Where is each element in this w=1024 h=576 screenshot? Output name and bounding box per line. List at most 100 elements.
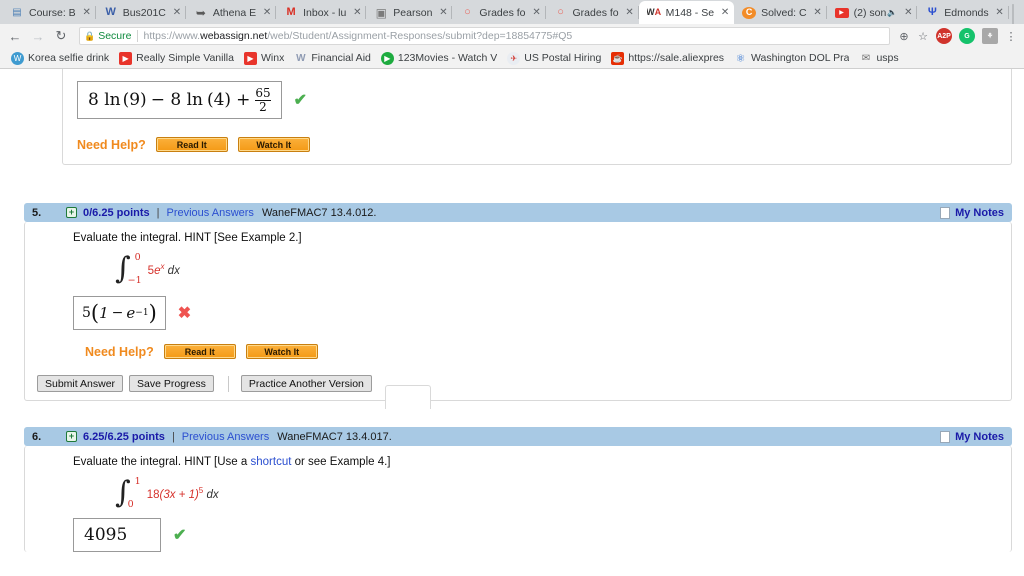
bookmark-label: Washington DOL Pra xyxy=(751,52,850,64)
need-help-row-5: Need Help? Read It Watch It xyxy=(85,344,1011,359)
read-it-button[interactable]: Read It xyxy=(155,137,228,152)
w-icon: W xyxy=(296,52,306,64)
browser-tab[interactable]: Ψ Edmonds ✕ xyxy=(917,1,1009,24)
pearson-icon: ▣ xyxy=(375,5,387,20)
minimize-button[interactable]: – xyxy=(1014,0,1024,24)
answer-input-5[interactable]: 5(1− e −1) xyxy=(73,296,166,330)
previous-answers-link[interactable]: Previous Answers xyxy=(167,207,254,219)
bookmark-item[interactable]: ▶ Winx xyxy=(239,51,289,65)
bookmark-label: US Postal Hiring xyxy=(524,52,602,64)
close-icon[interactable]: ✕ xyxy=(350,6,364,20)
tab-label: Solved: C xyxy=(761,6,807,19)
play-icon: ▶ xyxy=(380,51,394,65)
close-icon[interactable]: ✕ xyxy=(80,6,94,20)
question-body-6: Evaluate the integral. HINT [Use a short… xyxy=(25,446,1011,552)
browser-tab[interactable]: M Inbox - lu ✕ xyxy=(276,1,367,24)
submit-answer-button[interactable]: Submit Answer xyxy=(37,375,124,392)
close-icon[interactable]: ✕ xyxy=(170,6,184,20)
integrand-exponent: 5 xyxy=(198,485,204,495)
upper-limit: 1 xyxy=(134,476,141,487)
usps-gray-icon: ✉ xyxy=(861,52,871,64)
youtube-icon: ▶ xyxy=(119,51,133,65)
question-panel-6: Evaluate the integral. HINT [Use a short… xyxy=(24,446,1012,552)
bookmark-item[interactable]: ☕ https://sale.aliexpres xyxy=(606,51,729,65)
close-icon[interactable]: ✕ xyxy=(623,6,637,20)
watch-it-button[interactable]: Watch It xyxy=(245,344,318,359)
address-bar[interactable]: 🔒 Secure https://www.webassign.net/web/S… xyxy=(79,27,890,45)
my-notes-button[interactable]: My Notes xyxy=(940,430,1004,443)
question-body-5: Evaluate the integral. HINT [See Example… xyxy=(25,222,1011,359)
question-number: 5. xyxy=(32,206,42,219)
bookmark-item[interactable]: ▶ 123Movies - Watch V xyxy=(376,51,502,65)
expand-icon[interactable]: + xyxy=(66,207,77,218)
bookmark-item[interactable]: ▶ Really Simple Vanilla xyxy=(114,51,239,65)
my-notes-button[interactable]: My Notes xyxy=(940,206,1004,219)
fraction-numerator: 65 xyxy=(255,85,271,100)
bookmark-item[interactable]: ✈ US Postal Hiring xyxy=(502,51,606,65)
close-icon[interactable]: ✕ xyxy=(718,6,732,20)
mute-icon[interactable]: 🔈 xyxy=(887,8,897,17)
zoom-icon[interactable]: ⊕ xyxy=(895,27,913,45)
read-it-button[interactable]: Read It xyxy=(163,344,236,359)
browser-tab[interactable]: ▣ Pearson ✕ xyxy=(366,1,453,24)
browser-tab[interactable]: ▶ (2) son 🔈 ✕ xyxy=(826,1,918,24)
practice-another-version-button[interactable]: Practice Another Version xyxy=(240,375,372,392)
reload-button[interactable]: ↻ xyxy=(50,25,72,47)
back-button[interactable]: ← xyxy=(4,25,26,47)
page-content: 8 ln (9) − 8 ln (4) + 65 2 ✔ Need Help? Re… xyxy=(0,69,1024,552)
note-page-icon xyxy=(940,206,951,219)
browser-tab[interactable]: ○ Grades fo ✕ xyxy=(545,1,639,24)
watch-it-button[interactable]: Watch It xyxy=(237,137,310,152)
integral-expression-6: ∫ 1 0 18(3x + 1)5 dx xyxy=(113,476,1011,510)
answer-value: 4095 xyxy=(84,525,128,545)
note-page-icon xyxy=(940,430,951,443)
dol-icon: ⚛ xyxy=(735,52,746,65)
grades-icon: ○ xyxy=(557,6,564,18)
grammarly-icon[interactable]: G xyxy=(959,28,975,44)
question-number: 6. xyxy=(32,430,42,443)
previous-answers-link[interactable]: Previous Answers xyxy=(182,431,269,443)
answer-input-6[interactable]: 4095 xyxy=(73,518,161,552)
bookmark-item[interactable]: W Korea selfie drink xyxy=(6,51,114,65)
bookmark-item[interactable]: ⚛ Washington DOL Pra xyxy=(729,52,854,65)
answer-box[interactable]: 8 ln (9) − 8 ln (4) + 65 2 xyxy=(77,81,282,119)
close-icon[interactable]: ✕ xyxy=(530,6,544,20)
forward-button[interactable]: → xyxy=(27,25,49,47)
tab-label: Edmonds xyxy=(944,6,989,19)
close-icon[interactable]: ✕ xyxy=(993,6,1007,20)
question-panel-5: Evaluate the integral. HINT [See Example… xyxy=(24,222,1012,409)
tab-label: (2) son xyxy=(853,6,887,19)
expand-icon[interactable]: + xyxy=(66,431,77,442)
bookmark-label: usps xyxy=(876,52,899,64)
honey-icon[interactable]: ⚘ xyxy=(982,28,998,44)
youtube-icon: ▶ xyxy=(243,51,257,65)
bookmark-label: 123Movies - Watch V xyxy=(397,52,498,64)
bookmark-item[interactable]: W Financial Aid xyxy=(289,52,376,65)
answer-row: 8 ln (9) − 8 ln (4) + 65 2 ✔ xyxy=(77,81,1011,119)
action-row-5: Submit Answer Save Progress Practice Ano… xyxy=(37,375,1011,409)
adblock-icon[interactable]: A2P xyxy=(936,28,952,44)
question-panel-partial: 8 ln (9) − 8 ln (4) + 65 2 ✔ Need Help? Re… xyxy=(62,69,1012,165)
integral-sign-icon: ∫ xyxy=(115,251,131,286)
browser-tab-active[interactable]: WA M148 - Se ✕ xyxy=(638,1,735,24)
browser-tab[interactable]: C Solved: C ✕ xyxy=(734,1,827,24)
bookmark-star-icon[interactable]: ☆ xyxy=(914,27,932,45)
answer-row-5: 5(1− e −1) ✖ xyxy=(73,296,1011,330)
browser-tab[interactable]: W Bus201C ✕ xyxy=(95,1,187,24)
youtube-icon: ▶ xyxy=(834,7,849,18)
close-icon[interactable]: ✕ xyxy=(811,6,825,20)
close-icon[interactable]: ✕ xyxy=(260,6,274,20)
close-icon[interactable]: ✕ xyxy=(901,6,915,20)
header-separator: | xyxy=(156,206,160,219)
save-progress-button[interactable]: Save Progress xyxy=(129,375,214,392)
shortcut-link[interactable]: shortcut xyxy=(251,456,292,468)
chrome-menu-icon[interactable]: ⋮ xyxy=(1002,27,1020,45)
browser-tab[interactable]: ▤ Course: B ✕ xyxy=(2,1,96,24)
browser-tab[interactable]: ➥ Athena E ✕ xyxy=(185,1,277,24)
browser-tab[interactable]: ○ Grades fo ✕ xyxy=(452,1,546,24)
integrand-coefficient: 18 xyxy=(146,488,160,501)
secure-label: Secure xyxy=(98,30,132,42)
integral-limits: 0 −1 xyxy=(128,252,142,286)
close-icon[interactable]: ✕ xyxy=(436,6,450,20)
bookmark-item[interactable]: ✉ usps xyxy=(854,52,903,65)
